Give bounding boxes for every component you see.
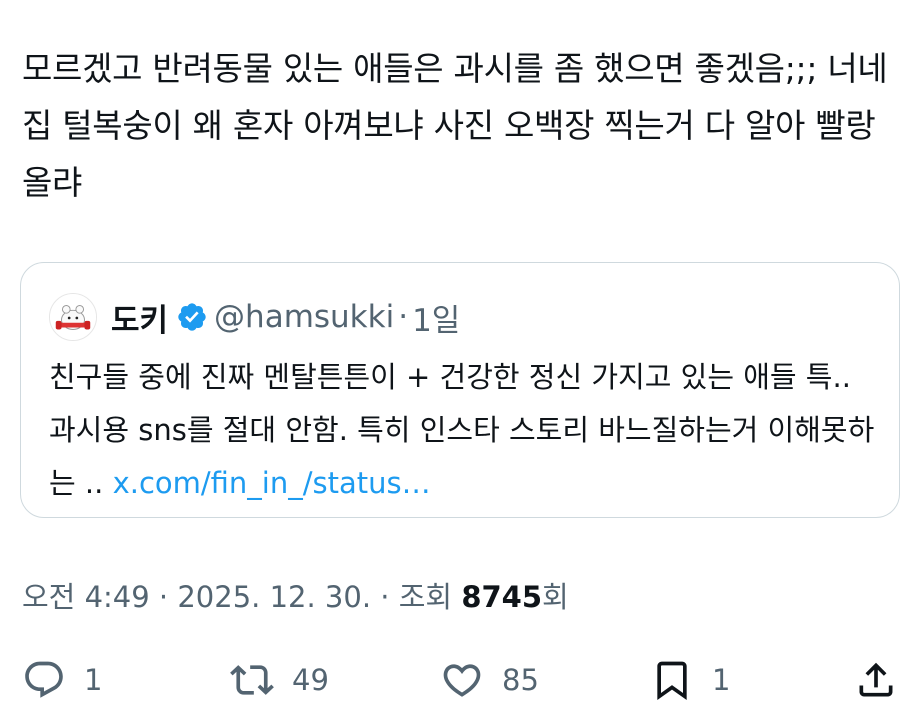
quoted-tweet-text: 친구들 중에 진짜 멘탈튼튼이 + 건강한 정신 가지고 있는 애들 특.. 과… bbox=[49, 351, 879, 510]
quoted-timestamp[interactable]: 1일 bbox=[412, 295, 460, 340]
quoted-tweet-header: 도키 @hamsukki · 1일 bbox=[49, 293, 460, 341]
avatar[interactable] bbox=[49, 293, 97, 341]
retweet-button[interactable]: 49 bbox=[230, 650, 329, 710]
meta-separator: · bbox=[149, 580, 178, 614]
views-suffix: 회 bbox=[542, 580, 569, 614]
tweet-metadata: 오전 4:49 · 2025. 12. 30. · 조회 8745회 bbox=[22, 574, 569, 616]
bookmark-icon bbox=[657, 661, 687, 701]
reply-count: 1 bbox=[84, 663, 103, 697]
like-button[interactable]: 85 bbox=[440, 650, 539, 710]
quoted-author-handle[interactable]: @hamsukki bbox=[214, 299, 394, 335]
reply-icon bbox=[25, 661, 63, 698]
like-icon bbox=[443, 664, 481, 697]
tweet-text: 모르겠고 반려동물 있는 애들은 과시를 좀 했으면 좋겠음;;; 너네 집 털… bbox=[22, 49, 888, 202]
tweet-date[interactable]: 2025. 12. 30. bbox=[177, 580, 371, 614]
quoted-author-name[interactable]: 도키 bbox=[111, 295, 168, 340]
share-button[interactable] bbox=[854, 650, 898, 710]
like-count: 85 bbox=[502, 663, 539, 697]
quoted-tweet-link[interactable]: x.com/fin_in_/status… bbox=[113, 466, 431, 500]
share-icon bbox=[859, 662, 893, 697]
reply-button[interactable]: 1 bbox=[22, 650, 102, 710]
verified-badge-icon bbox=[178, 303, 206, 331]
views-count: 8745 bbox=[461, 580, 543, 614]
retweet-count: 49 bbox=[292, 663, 329, 697]
retweet-icon bbox=[230, 665, 274, 695]
action-bar: 1 49 85 1 bbox=[22, 650, 902, 710]
meta-separator: · bbox=[371, 580, 399, 614]
separator-dot: · bbox=[398, 299, 409, 335]
views-label: 조회 bbox=[398, 580, 462, 614]
quoted-tweet-card[interactable]: 도키 @hamsukki · 1일 친구들 중에 진짜 멘탈튼튼이 + 건강한 … bbox=[20, 262, 900, 518]
bookmark-count: 1 bbox=[712, 663, 731, 697]
tweet-time[interactable]: 오전 4:49 bbox=[22, 580, 150, 614]
bookmark-button[interactable]: 1 bbox=[650, 650, 730, 710]
